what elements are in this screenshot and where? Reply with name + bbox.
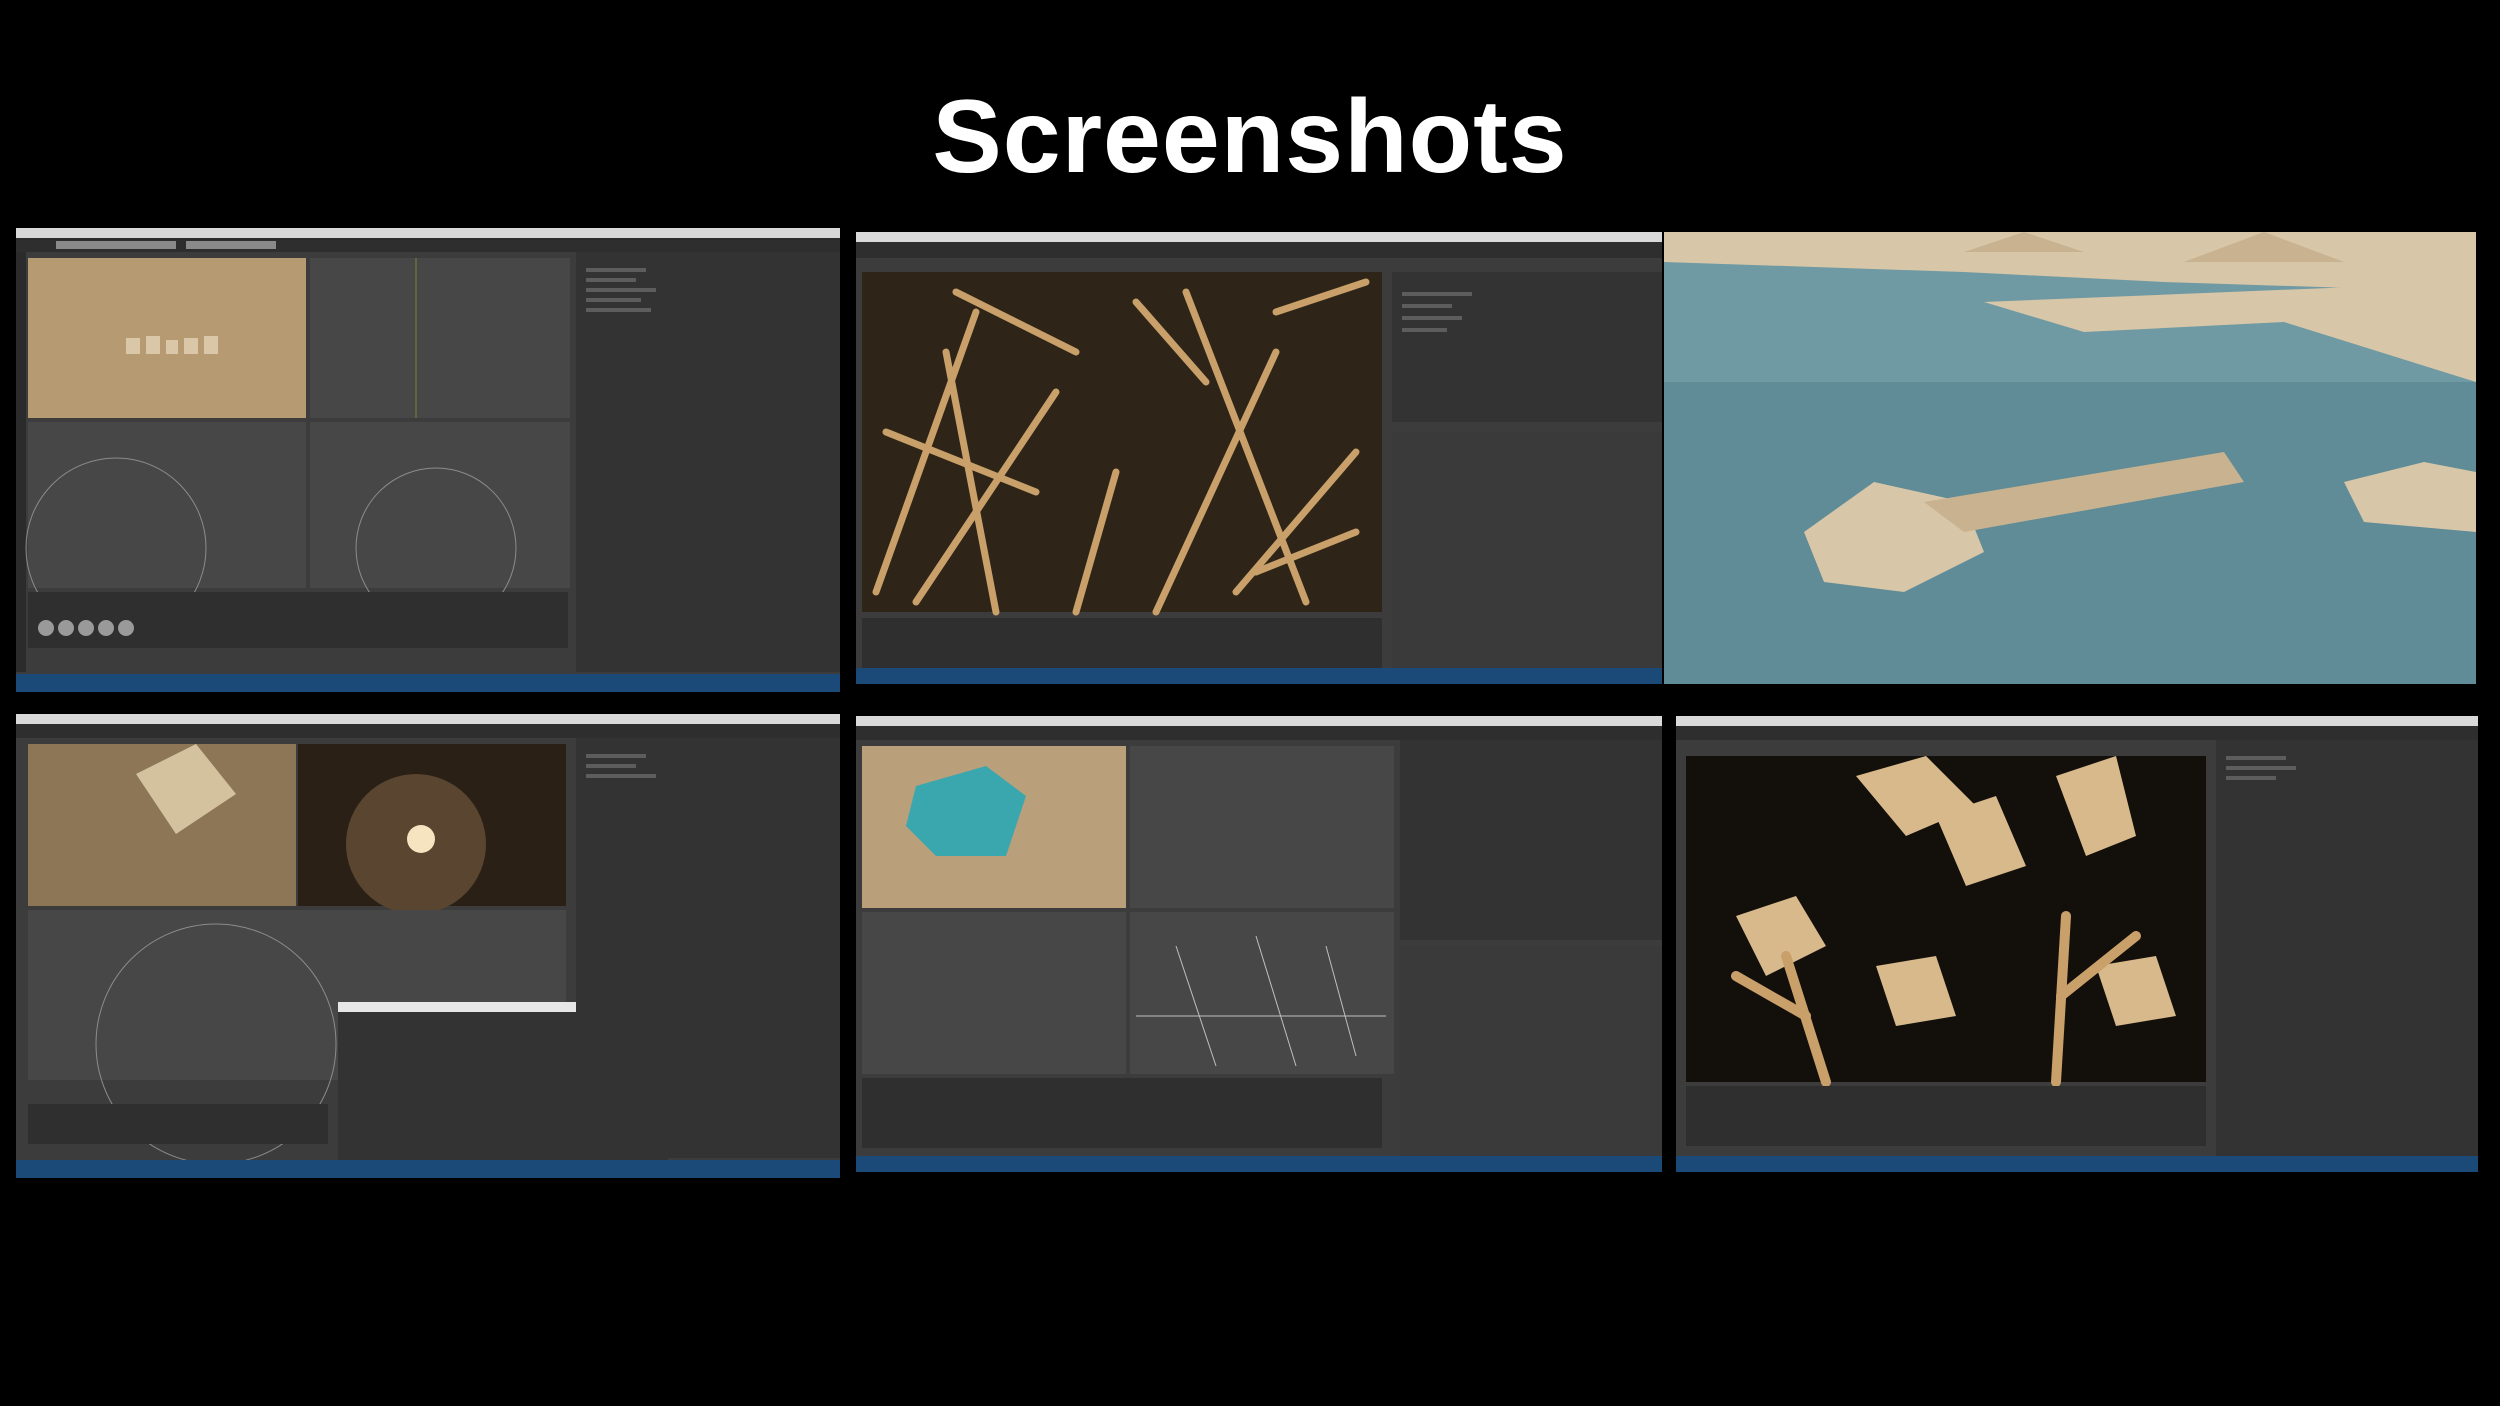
page-title: Screenshots bbox=[932, 79, 1568, 195]
screenshot-cinema4d-branches bbox=[856, 232, 1662, 684]
screenshot-cinema4d-deer-scene bbox=[16, 714, 840, 1178]
screenshot-cinema4d-village bbox=[16, 228, 840, 692]
screenshot-cinema4d-water-bugs bbox=[856, 716, 1662, 1172]
screenshot-cinema4d-insects bbox=[1676, 716, 2478, 1172]
screenshot-render-beach bbox=[1664, 232, 2476, 684]
